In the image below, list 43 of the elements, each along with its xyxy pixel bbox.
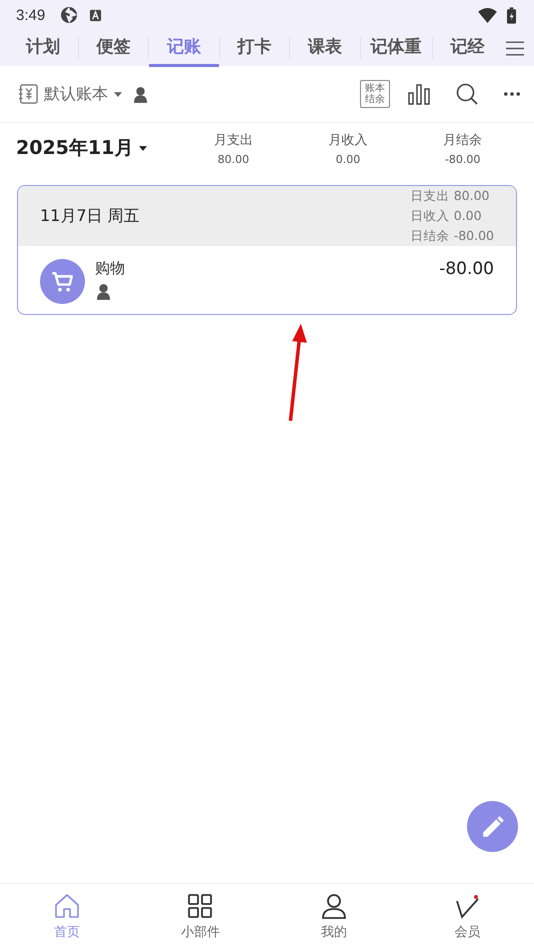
home-icon: [54, 893, 80, 919]
month-selector[interactable]: 2025年11月: [16, 135, 134, 161]
signature-icon: [454, 893, 480, 919]
tab[interactable]: 便签: [78, 29, 148, 67]
day-total: 日结余 -80.00: [410, 227, 494, 245]
tab[interactable]: 课表: [290, 29, 360, 67]
wifi-icon: [478, 8, 497, 22]
day-total: 日收入 0.00: [410, 207, 483, 225]
edit-button[interactable]: [467, 801, 518, 852]
caret-icon[interactable]: [139, 146, 148, 150]
person-icon: [134, 86, 147, 102]
tab[interactable]: 记经: [432, 29, 502, 67]
entry-category: 购物: [95, 259, 125, 278]
menu-icon[interactable]: [506, 40, 524, 56]
person-icon: [97, 283, 110, 300]
nav-item[interactable]: 会员: [400, 884, 534, 950]
stat-value: 0.00: [336, 152, 360, 166]
ledger-icon[interactable]: [18, 84, 38, 104]
stat-label: 月结余: [443, 132, 482, 148]
search-icon[interactable]: [456, 83, 478, 105]
stat-value: 80.00: [218, 152, 250, 166]
cart-icon: [40, 259, 85, 304]
balance-button[interactable]: 账本结余: [360, 80, 390, 108]
day-date: 11月7日 周五: [40, 206, 141, 226]
entry-amount: -80.00: [439, 259, 494, 279]
keyboard-icon: [89, 8, 102, 22]
tab[interactable]: 计划: [8, 29, 78, 67]
status-time: 3:49: [16, 6, 46, 24]
stat-value: -80.00: [444, 152, 480, 166]
more-icon[interactable]: [504, 92, 520, 96]
day-total: 日支出 80.00: [410, 187, 490, 205]
battery-icon: [507, 6, 516, 24]
bar-chart-icon[interactable]: [408, 83, 430, 105]
person-icon: [320, 893, 347, 919]
nav-item[interactable]: 小部件: [134, 884, 267, 950]
stat-label: 月收入: [328, 132, 368, 148]
tab[interactable]: 记体重: [360, 29, 432, 67]
aperture-icon: [59, 5, 80, 25]
ledger-selector[interactable]: 默认账本: [44, 84, 108, 104]
tab[interactable]: 打卡: [220, 29, 289, 67]
nav-item[interactable]: 我的: [267, 884, 400, 950]
grid-icon: [187, 893, 214, 919]
stat-label: 月支出: [214, 132, 253, 148]
